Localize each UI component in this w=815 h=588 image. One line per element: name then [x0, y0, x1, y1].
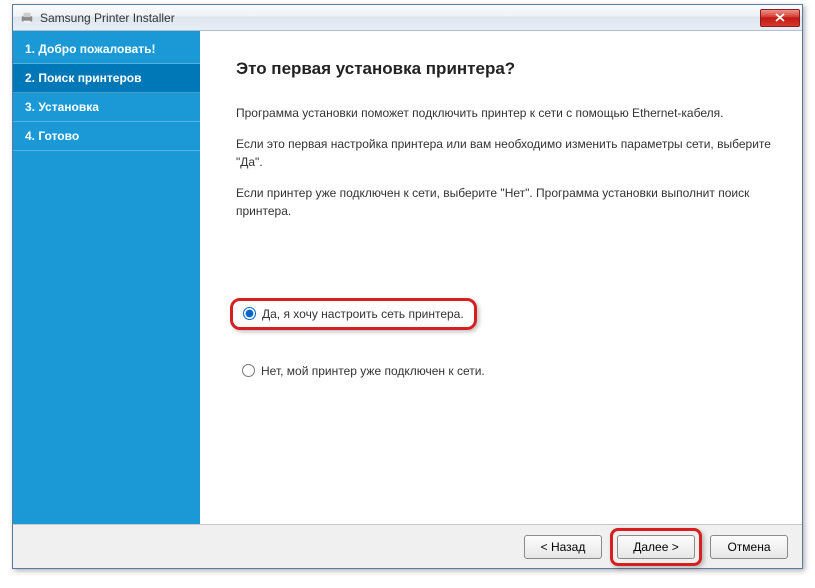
- sidebar-step-welcome: 1. Добро пожаловать!: [13, 35, 200, 64]
- option-no-radio[interactable]: [242, 364, 255, 377]
- main-content: Это первая установка принтера? Программа…: [200, 31, 802, 524]
- option-yes-radio[interactable]: [243, 307, 256, 320]
- description-para-2: Если это первая настройка принтера или в…: [236, 136, 776, 171]
- sidebar-step-search: 2. Поиск принтеров: [13, 64, 200, 93]
- footer: < Назад Далее > Отмена: [13, 524, 802, 568]
- next-button-highlight: Далее >: [610, 528, 702, 566]
- sidebar-step-install: 3. Установка: [13, 93, 200, 122]
- option-no-label: Нет, мой принтер уже подключен к сети.: [261, 364, 485, 378]
- page-heading: Это первая установка принтера?: [236, 59, 776, 79]
- body-area: 1. Добро пожаловать! 2. Поиск принтеров …: [13, 31, 802, 524]
- cancel-button[interactable]: Отмена: [710, 535, 788, 559]
- sidebar-step-done: 4. Готово: [13, 122, 200, 151]
- description-para-1: Программа установки поможет подключить п…: [236, 105, 776, 122]
- option-no-row[interactable]: Нет, мой принтер уже подключен к сети.: [236, 360, 491, 382]
- option-yes-row[interactable]: Да, я хочу настроить сеть принтера.: [230, 298, 477, 330]
- close-icon: [775, 13, 785, 22]
- app-icon: [19, 10, 35, 26]
- installer-window: Samsung Printer Installer 1. Добро пожал…: [12, 4, 803, 569]
- close-button[interactable]: [760, 9, 800, 27]
- window-title: Samsung Printer Installer: [40, 11, 760, 25]
- radio-options: Да, я хочу настроить сеть принтера. Нет,…: [236, 298, 776, 382]
- next-button[interactable]: Далее >: [617, 535, 695, 559]
- back-button[interactable]: < Назад: [524, 535, 602, 559]
- sidebar: 1. Добро пожаловать! 2. Поиск принтеров …: [13, 31, 200, 524]
- option-yes-label: Да, я хочу настроить сеть принтера.: [262, 307, 464, 321]
- titlebar: Samsung Printer Installer: [13, 5, 802, 31]
- description-para-3: Если принтер уже подключен к сети, выбер…: [236, 185, 776, 220]
